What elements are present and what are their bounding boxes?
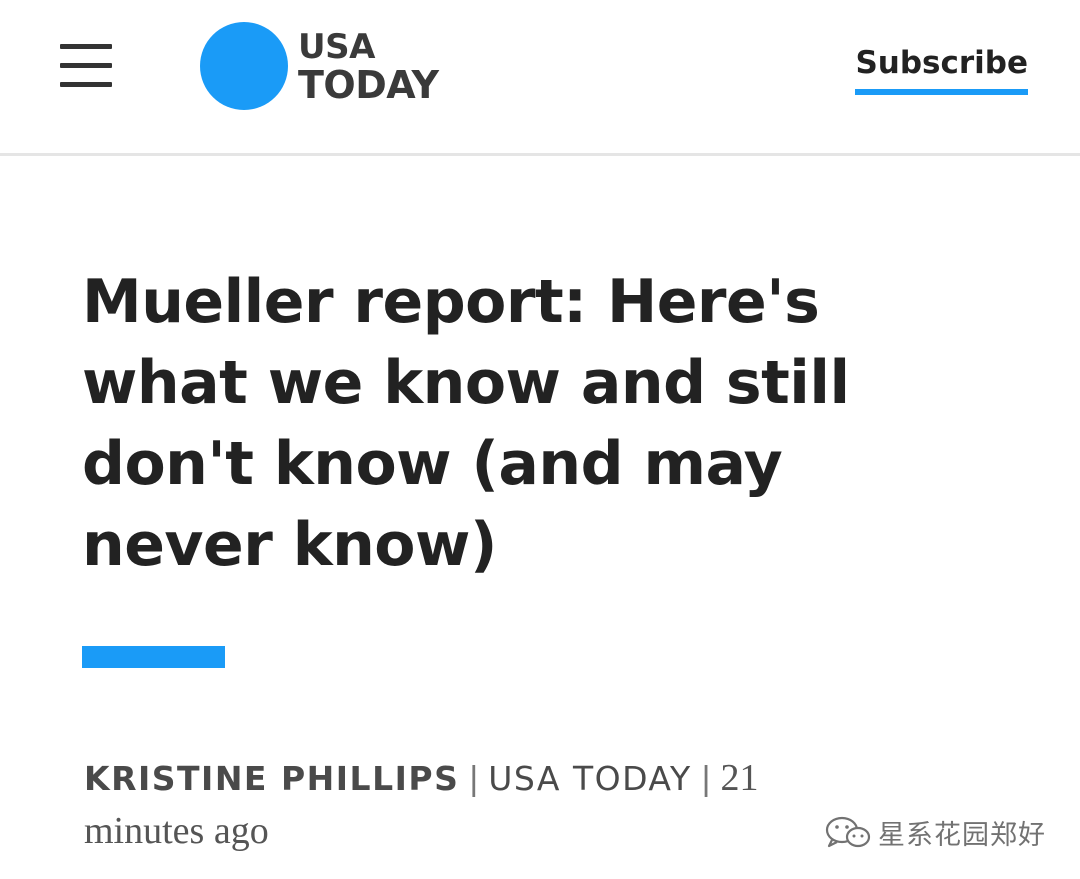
subscribe-link[interactable]: Subscribe: [855, 48, 1028, 95]
menu-bar-top: [60, 44, 112, 49]
article-headline: Mueller report: Here's what we know and …: [82, 267, 850, 580]
logo-text-line1: USA: [298, 27, 375, 67]
wechat-official-account-icon: [825, 816, 871, 848]
byline-separator: |: [469, 760, 479, 798]
article-byline: KRISTINE PHILLIPS | USA TODAY | 21 minutes a…: [84, 752, 864, 857]
site-header: USA TODAY Subscribe: [0, 0, 1080, 156]
watermark-text: 星系花园郑好: [878, 819, 1046, 851]
wechat-watermark: 星系花园郑好: [824, 812, 1046, 852]
publication-source: USA TODAY: [488, 759, 692, 798]
logo-circle-icon: [200, 22, 288, 110]
logo-text-line2: TODAY: [298, 63, 439, 107]
usa-today-logo[interactable]: USA TODAY: [200, 22, 460, 114]
byline-separator-2: |: [701, 760, 711, 798]
menu-bar-bottom: [60, 82, 112, 87]
author-name[interactable]: KRISTINE PHILLIPS: [84, 759, 459, 798]
hamburger-menu-button[interactable]: [58, 44, 114, 88]
menu-bar-middle: [60, 63, 112, 68]
headline-accent-bar: [82, 646, 225, 668]
